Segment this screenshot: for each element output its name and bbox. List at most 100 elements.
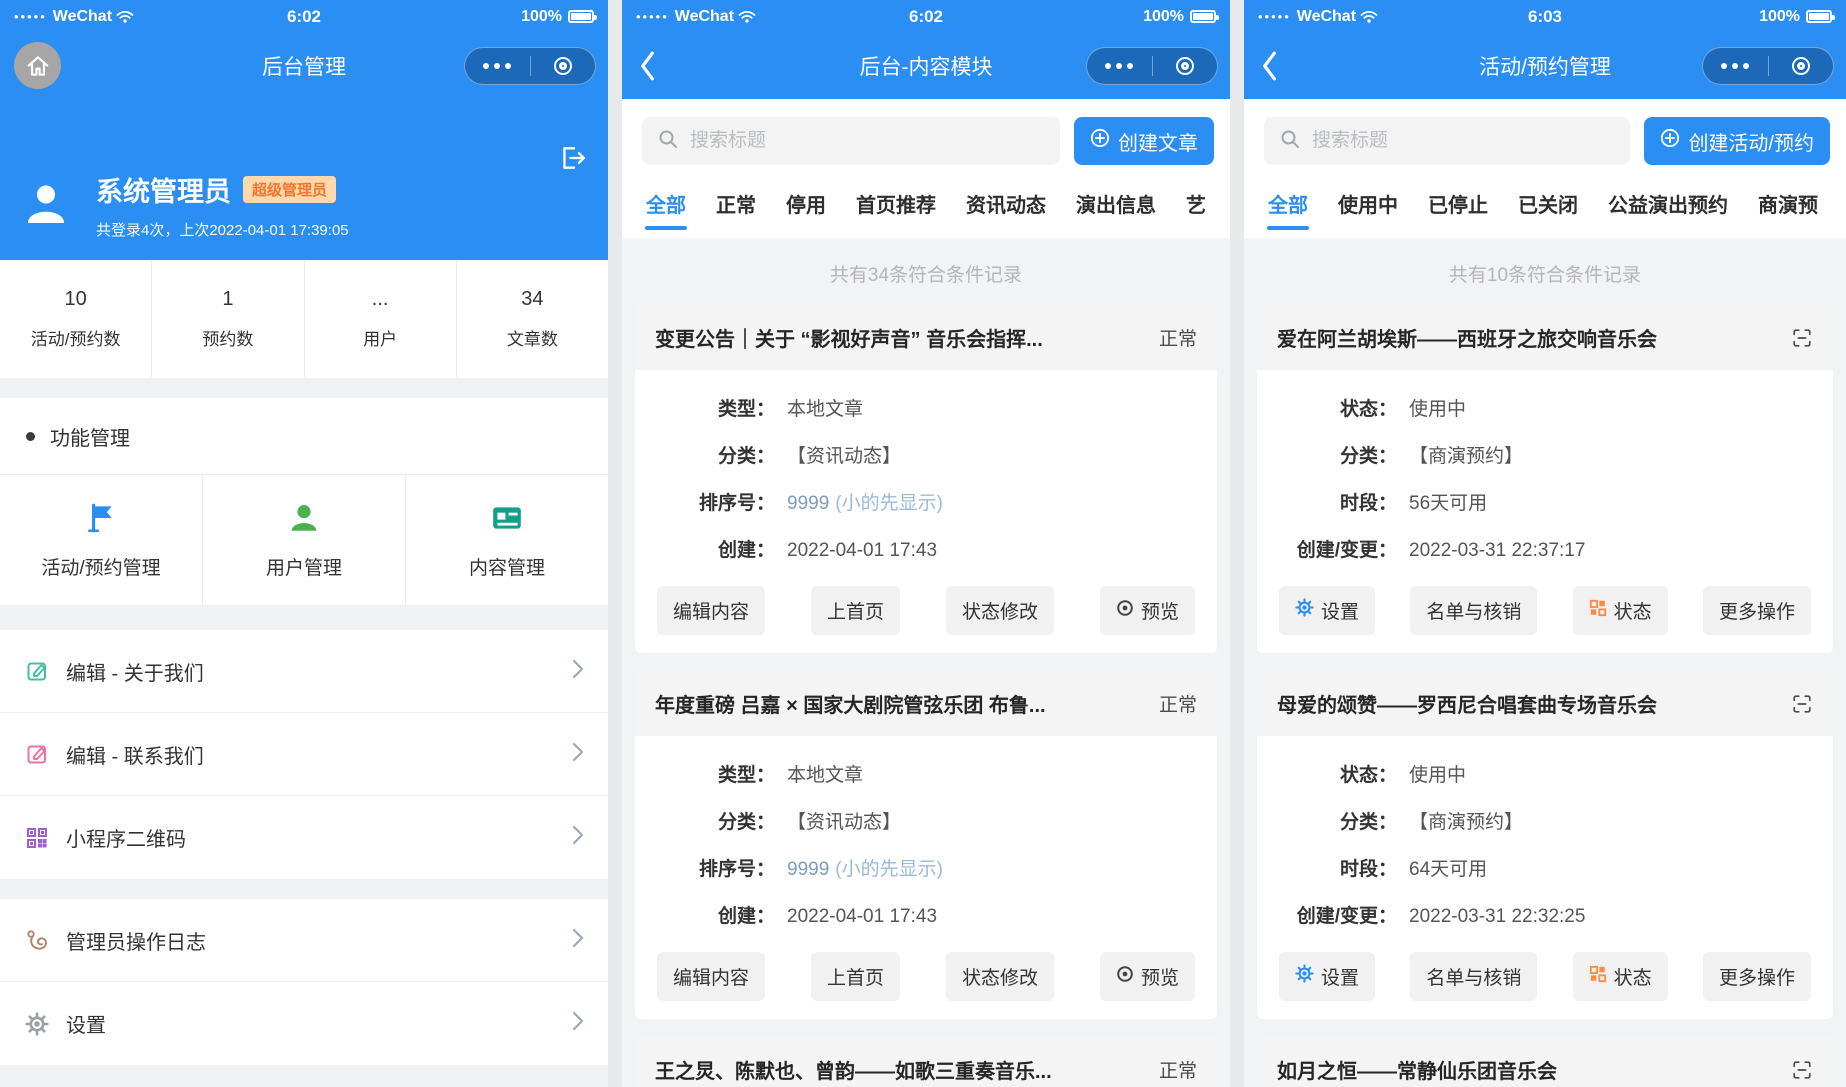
tab-in-use[interactable]: 使用中	[1338, 189, 1398, 238]
field-value: 【资讯动态】	[787, 443, 901, 470]
tab-closed[interactable]: 已关闭	[1518, 189, 1578, 238]
more-options-button[interactable]	[1703, 63, 1768, 69]
tab-art[interactable]: 艺	[1186, 189, 1206, 238]
tab-news[interactable]: 资讯动态	[966, 189, 1046, 238]
scan-qr-icon[interactable]	[1791, 1059, 1813, 1081]
roster-verification-button[interactable]: 名单与核销	[1410, 586, 1537, 635]
roster-verification-button[interactable]: 名单与核销	[1410, 952, 1537, 1001]
capsule-menu	[1086, 47, 1218, 85]
status-time: 6:02	[287, 7, 321, 27]
panel-content-module: ••••• WeChat 6:02 100% 后台-内容模块 创建文章	[622, 0, 1230, 1087]
logout-icon[interactable]	[558, 143, 588, 178]
status-button[interactable]: 状态	[1573, 952, 1668, 1001]
create-activity-button[interactable]: 创建活动/预约	[1644, 117, 1830, 165]
settings-button[interactable]: 设置	[1279, 952, 1375, 1001]
menu-item-edit-contact[interactable]: 编辑 - 联系我们	[0, 713, 608, 796]
minimize-button[interactable]	[1153, 57, 1218, 75]
search-input[interactable]	[688, 129, 1044, 153]
status-badge: 正常	[1159, 690, 1197, 717]
tab-performance-info[interactable]: 演出信息	[1076, 189, 1156, 238]
menu-group-primary: 编辑 - 关于我们 编辑 - 联系我们 小程序二维码	[0, 630, 608, 879]
settings-button[interactable]: 设置	[1279, 586, 1375, 635]
edit-content-button[interactable]: 编辑内容	[657, 952, 765, 1001]
nav-bar: 后台管理	[0, 33, 608, 99]
tab-normal[interactable]: 正常	[716, 189, 756, 238]
battery-icon	[1190, 10, 1216, 23]
tab-homepage-featured[interactable]: 首页推荐	[856, 189, 936, 238]
scan-qr-icon[interactable]	[1791, 327, 1813, 349]
tab-stopped[interactable]: 已停止	[1428, 189, 1488, 238]
news-card-icon	[490, 501, 524, 540]
status-time: 6:02	[909, 7, 943, 27]
home-button[interactable]	[14, 42, 61, 89]
feature-user-management[interactable]: 用户管理	[203, 475, 406, 605]
capsule-menu	[1702, 47, 1834, 85]
article-card: 变更公告｜关于 “影视好声音” 音乐会指挥... 正常 类型：本地文章 分类：【…	[635, 305, 1217, 653]
back-button[interactable]	[638, 50, 656, 82]
stat-users: ... 用户	[305, 260, 457, 378]
to-homepage-button[interactable]: 上首页	[811, 952, 900, 1001]
article-list: 共有34条符合条件记录 变更公告｜关于 “影视好声音” 音乐会指挥... 正常 …	[622, 238, 1230, 1087]
more-actions-button[interactable]: 更多操作	[1703, 586, 1811, 635]
card-title: 如月之恒——常静仙乐团音乐会	[1277, 1055, 1777, 1084]
tab-commercial[interactable]: 商演预	[1758, 189, 1818, 238]
plus-circle-icon	[1660, 128, 1680, 154]
battery-percent: 100%	[1759, 8, 1800, 26]
search-box[interactable]	[642, 117, 1060, 165]
stat-activities: 10 活动/预约数	[0, 260, 152, 378]
field-label: 分类：	[1277, 809, 1397, 836]
user-header: 系统管理员 超级管理员 共登录4次，上次2022-04-01 17:39:05	[0, 99, 608, 260]
stat-articles: 34 文章数	[457, 260, 608, 378]
capsule-menu	[464, 47, 596, 85]
tab-public-welfare[interactable]: 公益演出预约	[1608, 189, 1728, 238]
more-actions-button[interactable]: 更多操作	[1703, 952, 1811, 1001]
feature-content-management[interactable]: 内容管理	[406, 475, 608, 605]
create-article-button[interactable]: 创建文章	[1074, 117, 1214, 165]
status-button[interactable]: 状态	[1573, 586, 1668, 635]
field-value: 【商演预约】	[1409, 443, 1523, 470]
tab-disabled[interactable]: 停用	[786, 189, 826, 238]
edit-document-icon	[24, 659, 50, 683]
nav-bar: 活动/预约管理	[1244, 33, 1846, 99]
carrier-label: WeChat	[675, 8, 734, 26]
qr-grid-icon	[1589, 965, 1607, 989]
card-title: 变更公告｜关于 “影视好声音” 音乐会指挥...	[655, 323, 1145, 352]
eye-icon	[1116, 965, 1134, 989]
menu-item-admin-logs[interactable]: 管理员操作日志	[0, 899, 608, 982]
more-options-button[interactable]	[1087, 63, 1152, 69]
scan-qr-icon[interactable]	[1791, 693, 1813, 715]
activity-card: 爱在阿兰胡埃斯——西班牙之旅交响音乐会 状态：使用中 分类：【商演预约】 时段：…	[1257, 305, 1833, 653]
minimize-button[interactable]	[531, 57, 596, 75]
feature-activity-management[interactable]: 活动/预约管理	[0, 475, 203, 605]
more-options-button[interactable]	[465, 63, 530, 69]
search-input[interactable]	[1310, 129, 1614, 153]
edit-content-button[interactable]: 编辑内容	[657, 586, 765, 635]
page-title: 后台-内容模块	[860, 51, 993, 81]
menu-group-secondary: 管理员操作日志 设置	[0, 899, 608, 1065]
menu-item-edit-about[interactable]: 编辑 - 关于我们	[0, 630, 608, 713]
change-status-button[interactable]: 状态修改	[946, 586, 1054, 635]
record-count: 共有34条符合条件记录	[635, 238, 1217, 305]
change-status-button[interactable]: 状态修改	[946, 952, 1054, 1001]
back-button[interactable]	[1260, 50, 1278, 82]
search-box[interactable]	[1264, 117, 1630, 165]
card-title: 年度重磅 吕嘉 × 国家大剧院管弦乐团 布鲁...	[655, 689, 1145, 718]
to-homepage-button[interactable]: 上首页	[811, 586, 900, 635]
tab-all[interactable]: 全部	[1268, 189, 1308, 238]
minimize-button[interactable]	[1769, 57, 1834, 75]
carrier-label: WeChat	[53, 8, 112, 26]
divider	[0, 1065, 608, 1087]
divider	[0, 605, 608, 630]
gear-icon	[24, 1012, 50, 1036]
preview-button[interactable]: 预览	[1100, 952, 1195, 1001]
menu-item-settings[interactable]: 设置	[0, 982, 608, 1065]
menu-item-miniprogram-qrcode[interactable]: 小程序二维码	[0, 796, 608, 879]
chevron-right-icon	[572, 1011, 584, 1036]
filter-tabs: 全部 正常 停用 首页推荐 资讯动态 演出信息 艺	[642, 189, 1214, 238]
chevron-right-icon	[572, 928, 584, 953]
tab-all[interactable]: 全部	[646, 189, 686, 238]
battery-percent: 100%	[1143, 8, 1184, 26]
divider	[0, 879, 608, 899]
preview-button[interactable]: 预览	[1100, 586, 1195, 635]
activity-card: 母爱的颂赞——罗西尼合唱套曲专场音乐会 状态：使用中 分类：【商演预约】 时段：…	[1257, 671, 1833, 1019]
